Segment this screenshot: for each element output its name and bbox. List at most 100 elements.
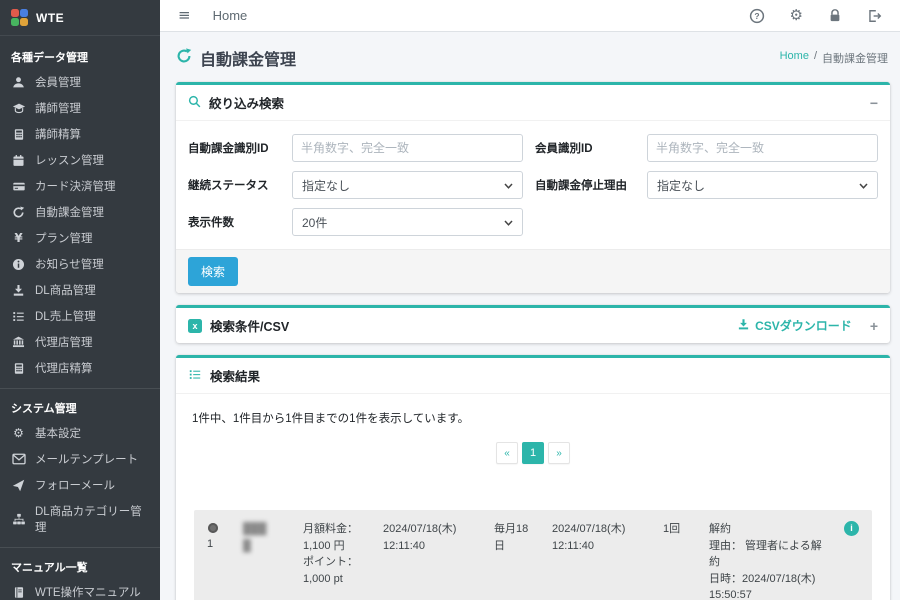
price-cell: 月額料金： 1,100 円 ポイント： 1,000 pt: [303, 521, 369, 600]
sidebar-section-system: システム管理: [0, 391, 160, 420]
bank-icon: [11, 336, 26, 349]
sidebar-item-plans[interactable]: ¥ プラン管理: [0, 225, 160, 251]
filter-card-footer: 検索: [176, 249, 890, 293]
breadcrumb-home-link[interactable]: Home: [780, 50, 809, 66]
member-id-input[interactable]: [647, 134, 878, 162]
billing-day-cell: 毎月18日: [494, 521, 538, 600]
user-icon: [11, 76, 26, 89]
results-body: 1件中、1件目から1件目までの1件を表示しています。 « 1 » 1 ███ █: [176, 394, 890, 600]
sidebar-item-mail-templates[interactable]: メールテンプレート: [0, 446, 160, 472]
sidebar-item-dl-categories[interactable]: DL商品カテゴリー管理: [0, 498, 160, 540]
sidebar-item-label: DL売上管理: [35, 308, 96, 324]
sidebar-item-label: お知らせ管理: [35, 256, 104, 272]
sidebar-divider: [0, 388, 160, 389]
expand-icon[interactable]: +: [870, 319, 878, 333]
list-icon: [11, 310, 26, 323]
sidebar-item-agencies[interactable]: 代理店管理: [0, 329, 160, 355]
sidebar-item-agency-settlement[interactable]: 代理店精算: [0, 355, 160, 381]
results-card: 検索結果 1件中、1件目から1件目までの1件を表示しています。 « 1 » 1 …: [176, 355, 890, 600]
wte-logo-icon: [11, 9, 28, 26]
sidebar-item-label: 会員管理: [35, 74, 81, 90]
filter-card-title: 絞り込み検索: [209, 93, 284, 112]
sidebar-item-label: メールテンプレート: [35, 451, 138, 467]
results-summary: 1件中、1件目から1件目までの1件を表示しています。: [192, 410, 878, 426]
navbar-actions: ? ⚙: [749, 8, 882, 24]
download-icon: [737, 318, 750, 334]
billing-count-cell: 1回: [663, 521, 695, 600]
stop-reason-label: 自動課金停止理由: [535, 177, 635, 193]
sidebar-item-members[interactable]: 会員管理: [0, 69, 160, 95]
brand-link[interactable]: WTE: [0, 0, 160, 36]
info-cell: i: [841, 521, 859, 600]
sidebar-item-label: 講師管理: [35, 100, 81, 116]
sidebar-item-follow-mail[interactable]: フォローメール: [0, 472, 160, 498]
start-datetime-cell: 2024/07/18(木) 12:11:40: [383, 521, 480, 600]
pagination-page-1-button[interactable]: 1: [522, 442, 544, 464]
csv-card: x 検索条件/CSV CSVダウンロード +: [176, 305, 890, 343]
filter-card-header: 絞り込み検索 −: [176, 85, 890, 121]
brand-title: WTE: [36, 11, 64, 25]
page-title: 自動課金管理: [176, 46, 296, 70]
continuation-status-label: 継続ステータス: [188, 177, 280, 193]
sidebar-item-dl-sales[interactable]: DL売上管理: [0, 303, 160, 329]
sidebar-item-wte-manual[interactable]: WTE操作マニュアル: [0, 579, 160, 600]
nav-home-link[interactable]: Home: [213, 8, 248, 23]
refresh-icon: [11, 206, 26, 219]
pagination-prev-button[interactable]: «: [496, 442, 518, 464]
sidebar-item-label: フォローメール: [35, 477, 115, 493]
sidebar-item-label: プラン管理: [35, 230, 93, 246]
book-icon: [11, 586, 26, 599]
breadcrumb-current: 自動課金管理: [822, 50, 888, 66]
help-icon[interactable]: ?: [749, 8, 765, 24]
collapse-icon[interactable]: −: [870, 96, 878, 110]
info-icon[interactable]: i: [844, 521, 859, 536]
continuation-status-select[interactable]: 指定なし: [292, 171, 523, 199]
sidebar-item-card-payments[interactable]: カード決済管理: [0, 173, 160, 199]
sidebar-section-data: 各種データ管理: [0, 40, 160, 69]
sidebar-item-basic-settings[interactable]: ⚙ 基本設定: [0, 420, 160, 446]
auto-billing-id-input[interactable]: [292, 134, 523, 162]
sidebar-item-teachers[interactable]: 講師管理: [0, 95, 160, 121]
calculator-icon: [11, 128, 26, 141]
file-excel-icon: x: [188, 319, 202, 333]
sidebar-divider: [0, 547, 160, 548]
pagination-next-button[interactable]: »: [548, 442, 570, 464]
sidebar-item-teacher-settlement[interactable]: 講師精算: [0, 121, 160, 147]
logout-icon[interactable]: [867, 9, 882, 23]
pagination-top: « 1 »: [188, 442, 878, 464]
chevron-down-icon: [859, 178, 868, 192]
stop-reason-select[interactable]: 指定なし: [647, 171, 878, 199]
yen-icon: ¥: [11, 231, 26, 245]
sidebar-item-auto-billing[interactable]: 自動課金管理: [0, 199, 160, 225]
sidebar-item-label: DL商品カテゴリー管理: [35, 503, 149, 535]
lock-icon[interactable]: [828, 8, 842, 23]
sidebar: WTE 各種データ管理 会員管理 講師管理 講師精算 レッスン管理 カード決済管…: [0, 0, 160, 600]
top-navbar: ≡ Home ? ⚙: [160, 0, 900, 32]
main-area: ≡ Home ? ⚙ 自動課金管理 Home / 自動課金管理 絞り込み検索: [160, 0, 900, 600]
svg-text:?: ?: [754, 11, 759, 21]
search-button[interactable]: 検索: [188, 257, 238, 286]
sidebar-item-label: DL商品管理: [35, 282, 96, 298]
settings-icon[interactable]: ⚙: [790, 8, 803, 23]
calendar-icon: [11, 154, 26, 167]
csv-download-link[interactable]: CSVダウンロード: [737, 317, 852, 334]
sidebar-item-lessons[interactable]: レッスン管理: [0, 147, 160, 173]
gear-icon: ⚙: [11, 426, 26, 440]
auto-billing-id-label: 自動課金識別ID: [188, 140, 280, 156]
member-id-label: 会員識別ID: [535, 140, 635, 156]
sidebar-item-label: 自動課金管理: [35, 204, 104, 220]
hamburger-icon[interactable]: ≡: [178, 8, 191, 23]
info-circle-icon: [11, 258, 26, 271]
filter-card: 絞り込み検索 − 自動課金識別ID 会員識別ID 継続ステータス 指定なし 自動…: [176, 82, 890, 293]
sidebar-item-label: レッスン管理: [35, 152, 104, 168]
sidebar-item-announcements[interactable]: お知らせ管理: [0, 251, 160, 277]
paper-plane-icon: [11, 479, 26, 492]
sidebar-item-dl-products[interactable]: DL商品管理: [0, 277, 160, 303]
sidebar-item-label: カード決済管理: [35, 178, 116, 194]
status-dot-icon: [208, 523, 218, 533]
breadcrumb-separator: /: [814, 50, 817, 66]
breadcrumb: Home / 自動課金管理: [780, 50, 888, 66]
csv-card-header: x 検索条件/CSV CSVダウンロード +: [176, 308, 890, 343]
per-page-select[interactable]: 20件: [292, 208, 523, 236]
sidebar-item-label: 代理店精算: [35, 360, 93, 376]
